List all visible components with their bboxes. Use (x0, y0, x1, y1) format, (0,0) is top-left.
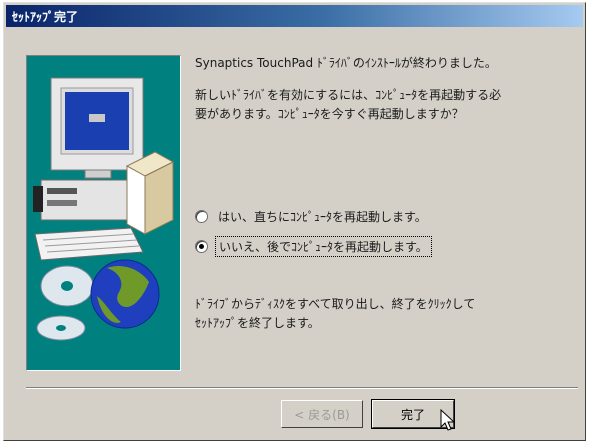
window-title: ｾｯﾄｱｯﾌﾟ完了 (12, 9, 79, 24)
computer-case-icon (33, 179, 142, 221)
globe-icon (90, 259, 160, 329)
restart-prompt-line-2: 要があります。ｺﾝﾋﾟｭｰﾀを今すぐ再起動しますか？ (195, 107, 464, 121)
separator (26, 387, 578, 389)
instructions-line-1: ﾄﾞﾗｲﾌﾞからﾃﾞｨｽｸをすべて取り出し、終了をｸﾘｯｸして (195, 297, 476, 311)
restart-prompt-line-1: 新しいﾄﾞﾗｲﾊﾞを有効にするには、ｺﾝﾋﾟｭｰﾀを再起動する必 (195, 88, 502, 102)
software-box-icon (125, 151, 175, 235)
radio-button[interactable] (195, 209, 208, 223)
completion-message: Synaptics TouchPad ﾄﾞﾗｲﾊﾞのｲﾝｽﾄｰﾙが終わりました。 (195, 56, 497, 70)
setup-complete-dialog: ｾｯﾄｱｯﾌﾟ完了 Synaptics TouchPad ﾄﾞﾗｲﾊﾞのｲﾝｽﾄ… (3, 2, 586, 441)
computer-illustration (33, 77, 175, 341)
title-bar: ｾｯﾄｱｯﾌﾟ完了 (6, 5, 583, 27)
cd-disc-icon (36, 265, 94, 341)
back-button[interactable]: < 戻る(B) (281, 400, 363, 428)
instructions-line-2: ｾｯﾄｱｯﾌﾟを終了します。 (195, 316, 320, 330)
restart-now-label[interactable]: はい、直ちにｺﾝﾋﾟｭｰﾀを再起動します。 (215, 207, 430, 226)
restart-later-option[interactable]: いいえ、後でｺﾝﾋﾟｭｰﾀを再起動します。 (195, 235, 432, 257)
restart-later-label[interactable]: いいえ、後でｺﾝﾋﾟｭｰﾀを再起動します。 (215, 235, 432, 257)
mouse-cursor-icon (440, 409, 456, 431)
restart-now-option[interactable]: はい、直ちにｺﾝﾋﾟｭｰﾀを再起動します。 (195, 206, 430, 226)
radio-button-checked[interactable] (195, 239, 208, 253)
keyboard-icon (34, 227, 144, 261)
monitor-icon (50, 77, 144, 179)
illustration-panel (26, 55, 181, 371)
